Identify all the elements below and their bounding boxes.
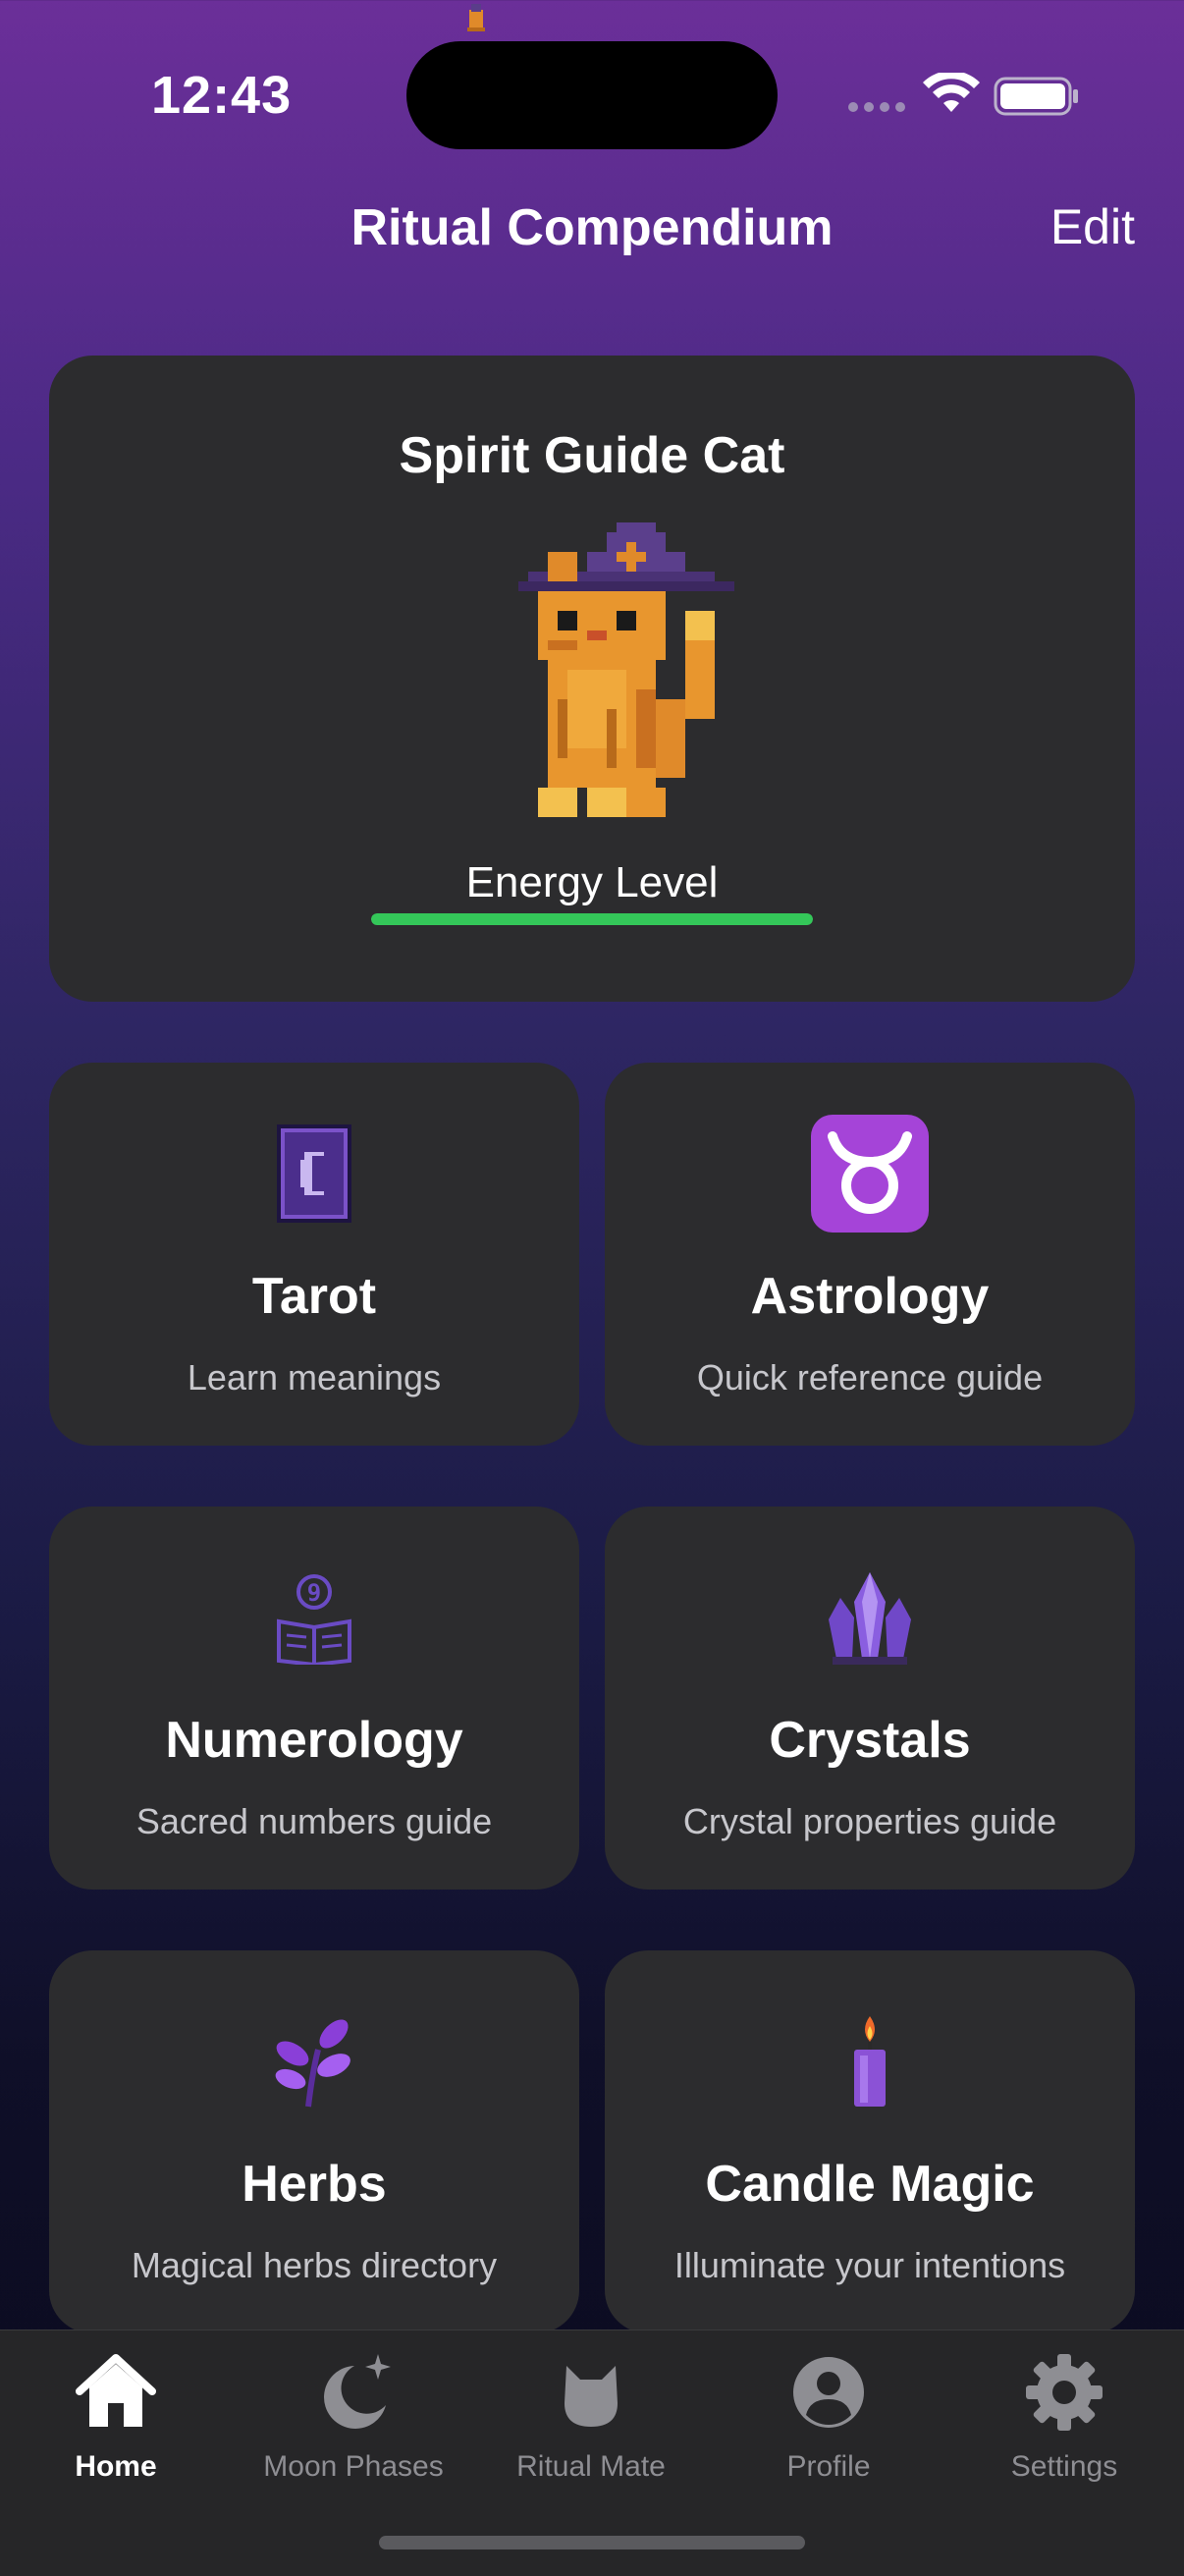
pixel-cat-wizard-icon [518,522,734,817]
tab-label: Settings [1010,2450,1118,2483]
tab-settings[interactable]: Settings [956,2330,1172,2507]
taurus-icon [806,1110,934,1237]
svg-text:9: 9 [307,1579,321,1607]
tile-title: Herbs [242,2156,387,2213]
tile-candle-magic[interactable]: Candle Magic Illuminate your intentions [605,1950,1135,2333]
moon-stars-icon [324,2354,391,2429]
tab-label: Moon Phases [263,2450,444,2483]
tile-astrology[interactable]: Astrology Quick reference guide [605,1063,1135,1446]
tile-subtitle: Illuminate your intentions [673,2245,1066,2285]
page-title: Ritual Compendium [350,199,834,256]
herb-sprig-icon [250,1998,378,2125]
tile-title: Crystals [769,1712,971,1769]
tile-crystals[interactable]: Crystals Crystal properties guide [605,1507,1135,1890]
spirit-guide-card[interactable]: Spirit Guide Cat Energy Level [49,356,1135,1002]
spirit-guide-title: Spirit Guide Cat [399,427,785,484]
tile-numerology[interactable]: 9 Numerology Sacred numbers guide [49,1507,579,1890]
tile-subtitle: Crystal properties guide [682,1801,1057,1841]
tab-moon-phases[interactable]: Moon Phases [245,2330,461,2507]
cellular-signal-icon [848,102,905,112]
tab-label: Home [75,2450,157,2483]
crystal-cluster-icon [806,1554,934,1681]
status-bar: 12:43 [0,0,1184,187]
tile-title: Candle Magic [705,2156,1035,2213]
tile-title: Astrology [750,1268,990,1325]
wifi-icon [923,73,980,112]
status-time: 12:43 [151,66,293,125]
cat-head-icon [565,2366,618,2427]
tab-ritual-mate[interactable]: Ritual Mate [483,2330,699,2507]
tile-tarot[interactable]: Tarot Learn meanings [49,1063,579,1446]
tile-subtitle: Learn meanings [187,1357,442,1398]
battery-icon [994,77,1078,116]
energy-level-label: Energy Level [465,858,719,906]
home-indicator [379,2536,805,2549]
tile-subtitle: Magical herbs directory [131,2245,498,2285]
candle-icon [806,1998,934,2125]
home-icon [76,2354,156,2427]
tab-label: Ritual Mate [516,2450,666,2483]
tile-subtitle: Sacred numbers guide [135,1801,493,1841]
profile-icon [793,2357,864,2428]
tab-home[interactable]: Home [8,2330,224,2507]
gear-icon [1026,2354,1103,2431]
edit-button[interactable]: Edit [1050,198,1135,255]
tab-profile[interactable]: Profile [721,2330,937,2507]
energy-level-bar [371,913,813,925]
tile-herbs[interactable]: Herbs Magical herbs directory [49,1950,579,2333]
energy-level-fill [371,913,813,925]
tarot-card-moon-icon [250,1110,378,1237]
numerology-book-icon: 9 [250,1554,378,1681]
tile-title: Tarot [251,1268,377,1325]
tiny-cat-icon [467,4,485,31]
tile-subtitle: Quick reference guide [696,1357,1044,1398]
tab-label: Profile [786,2450,871,2483]
dynamic-island [406,41,778,149]
tile-title: Numerology [165,1712,463,1769]
